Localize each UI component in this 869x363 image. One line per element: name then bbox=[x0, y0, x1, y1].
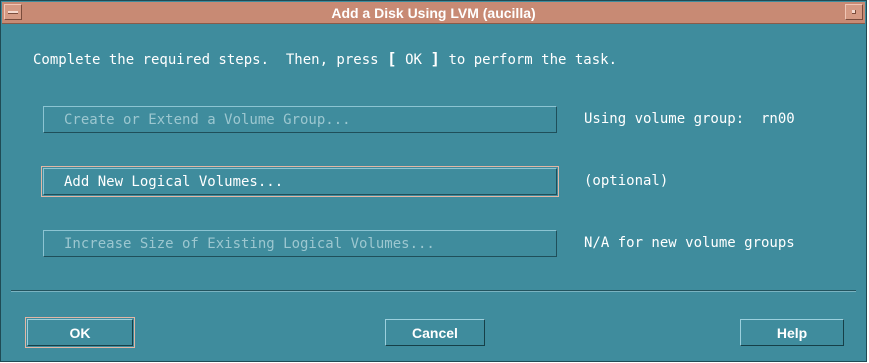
maximize-icon[interactable] bbox=[845, 4, 863, 20]
separator bbox=[11, 290, 856, 292]
instruction-before: Complete the required steps. Then, press bbox=[33, 52, 388, 68]
help-button[interactable]: Help bbox=[740, 319, 844, 346]
logical-volumes-status: (optional) bbox=[584, 173, 669, 189]
instruction-text: Complete the required steps. Then, press… bbox=[33, 49, 617, 68]
increase-size-status: N/A for new volume groups bbox=[584, 235, 795, 251]
instruction-bracket-close: ] bbox=[430, 49, 441, 68]
window-title: Add a Disk Using LVM (aucilla) bbox=[331, 5, 536, 21]
instruction-bracket-open: [ bbox=[387, 49, 397, 68]
volume-group-status: Using volume group: rn00 bbox=[584, 111, 795, 127]
ok-button[interactable]: OK bbox=[27, 319, 133, 346]
dialog-window: Add a Disk Using LVM (aucilla) Complete … bbox=[0, 0, 867, 362]
increase-size-logical-volumes-button[interactable]: Increase Size of Existing Logical Volume… bbox=[43, 230, 557, 257]
add-new-logical-volumes-button[interactable]: Add New Logical Volumes... bbox=[43, 168, 557, 195]
instruction-ok-word: OK bbox=[396, 52, 431, 68]
instruction-after: to perform the task. bbox=[440, 52, 618, 68]
create-extend-volume-group-button[interactable]: Create or Extend a Volume Group... bbox=[43, 106, 557, 133]
cancel-button[interactable]: Cancel bbox=[385, 319, 485, 346]
title-bar[interactable]: Add a Disk Using LVM (aucilla) bbox=[2, 2, 865, 24]
